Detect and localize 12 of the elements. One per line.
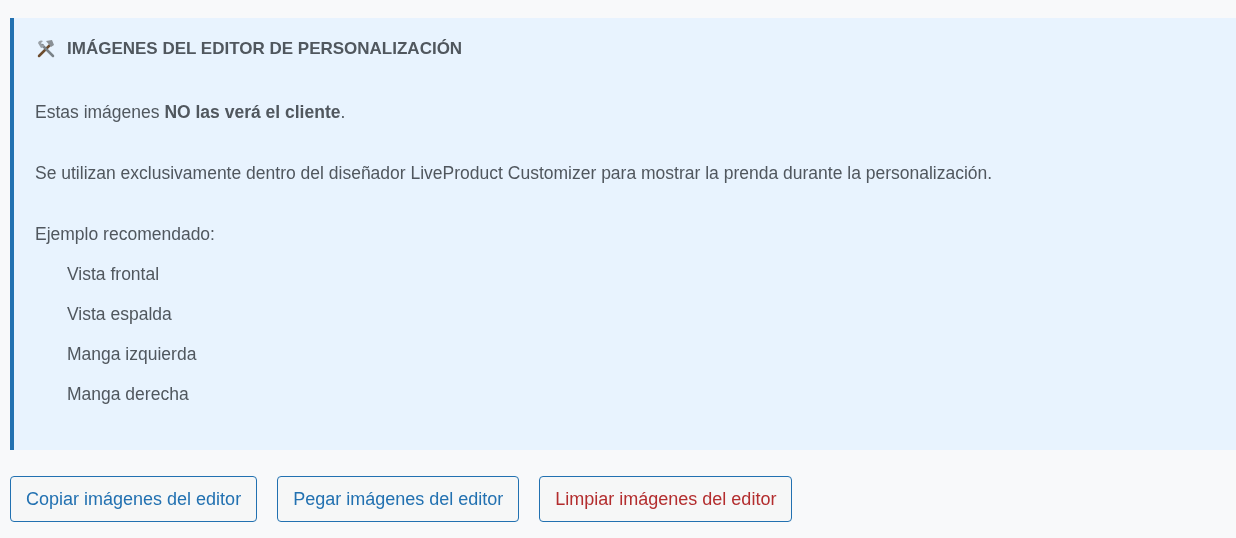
- example-item: Vista espalda: [67, 303, 173, 326]
- example-item: Manga derecha: [67, 383, 190, 406]
- notice-text: Estas imágenes NO las verá el cliente.: [35, 101, 347, 124]
- example-item: Vista frontal: [67, 263, 161, 286]
- notice-title: IMÁGENES DEL EDITOR DE PERSONALIZACIÓN: [67, 39, 463, 59]
- notice-text: Se utilizan exclusivamente dentro del diseñador LiveProduct Customizer para mostrar la prenda durante la personalización.: [35, 162, 994, 185]
- action-button[interactable]: Copiar imágenes del editor: [10, 476, 258, 522]
- action-button[interactable]: Pegar imágenes del editor: [277, 476, 520, 522]
- clear-button[interactable]: Limpiar imágenes del editor: [539, 476, 793, 522]
- notice-text: Ejemplo recomendado:: [35, 223, 216, 246]
- hammer-wrench-icon: [35, 38, 57, 60]
- example-item: Manga izquierda: [67, 343, 198, 366]
